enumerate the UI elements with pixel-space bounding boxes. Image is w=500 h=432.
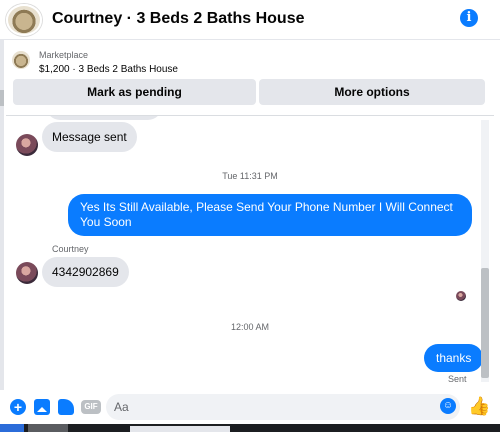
seen-indicator-avatar [456,291,466,301]
gif-icon[interactable]: GIF [81,400,101,414]
chat-header: Courtney · 3 Beds 2 Baths House i [0,0,500,40]
timestamp: 12:00 AM [230,322,270,332]
marketplace-panel: Marketplace $1,200 · 3 Beds 2 Baths Hous… [6,42,494,116]
chat-title[interactable]: Courtney · 3 Beds 2 Baths House [52,10,305,28]
sent-status: Sent [448,374,467,384]
marketplace-label: Marketplace [39,50,89,60]
taskbar-item[interactable] [0,424,24,432]
thumbs-up-icon[interactable]: 👍 [468,396,490,416]
more-options-button[interactable]: More options [259,79,485,105]
listing-thumbnail[interactable] [6,4,42,36]
plus-icon[interactable]: + [10,399,26,415]
emoji-icon[interactable]: ☺ [440,398,456,414]
sticker-icon[interactable] [58,399,74,415]
timestamp: Tue 11:31 PM [222,171,278,181]
message-input-box[interactable] [106,394,460,420]
message-bubble-incoming: Message sent [42,122,137,152]
photo-icon[interactable] [34,399,50,415]
left-scroll-grip[interactable] [0,90,4,106]
taskbar-item[interactable] [130,426,230,432]
message-bubble-outgoing: Yes Its Still Available, Please Send You… [68,194,472,236]
mark-as-pending-button[interactable]: Mark as pending [13,79,256,105]
message-thread[interactable]: Message sent Tue 11:31 PM Yes Its Still … [6,116,494,386]
avatar[interactable] [16,262,38,284]
message-input[interactable] [114,398,414,416]
message-bubble-incoming: 4342902869 [42,257,129,287]
taskbar-item[interactable] [28,424,68,432]
taskbar-strip [0,424,500,432]
listing-mini-thumbnail [12,51,30,69]
left-scrollbar[interactable] [0,40,4,432]
thread-scrollbar-thumb[interactable] [481,268,489,378]
message-bubble-outgoing: thanks [424,344,484,372]
sender-name: Courtney [52,244,89,254]
listing-title[interactable]: $1,200 · 3 Beds 2 Baths House [39,64,178,75]
message-composer: + GIF ☺ 👍 [0,390,500,424]
info-icon[interactable]: i [460,9,478,27]
avatar[interactable] [16,134,38,156]
clipped-message-bubble [46,116,162,120]
